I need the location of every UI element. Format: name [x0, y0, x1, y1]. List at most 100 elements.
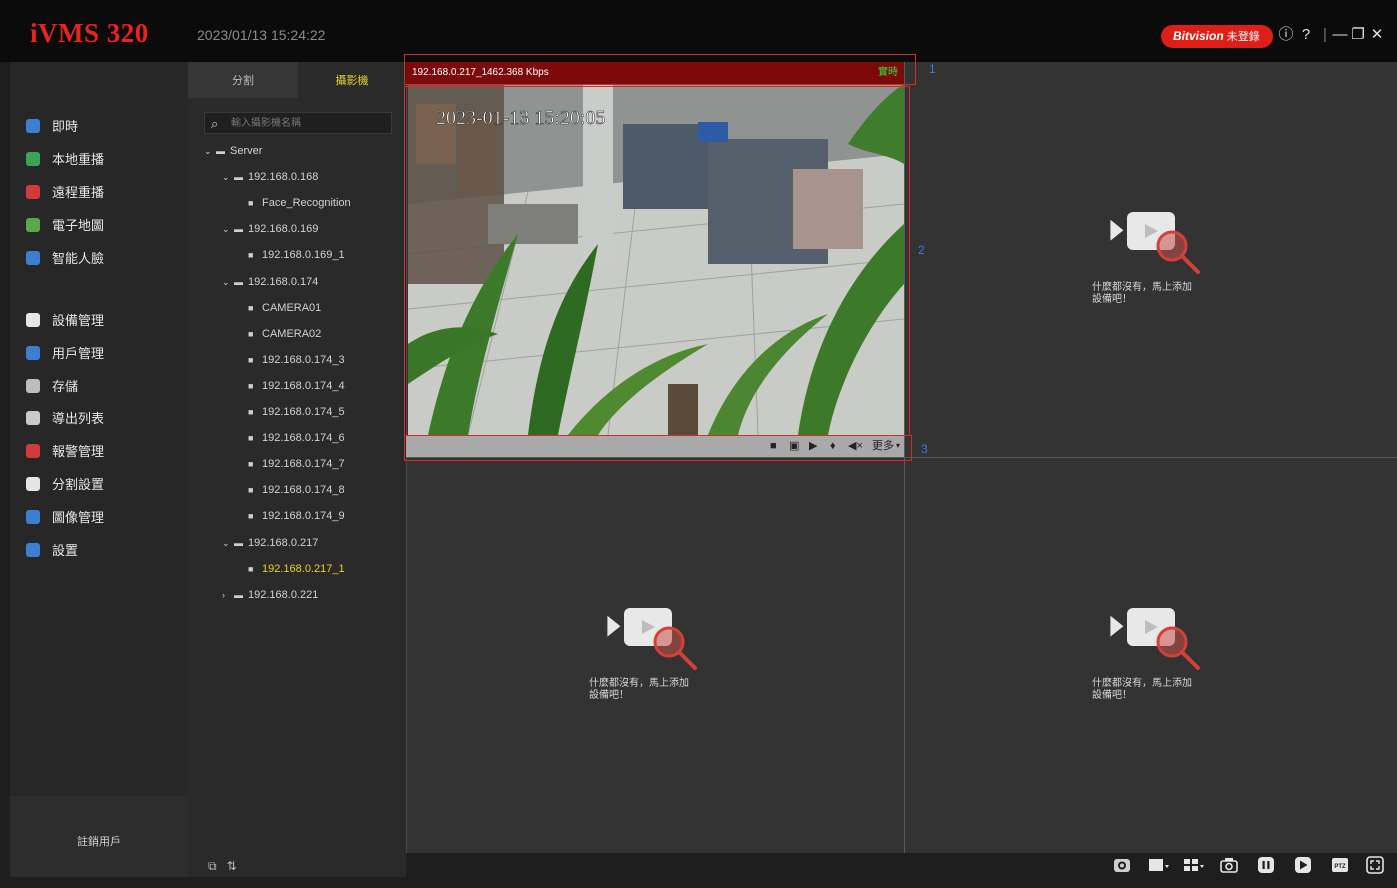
- pause-all-icon[interactable]: [1257, 856, 1275, 874]
- camera-search-input[interactable]: [231, 115, 386, 131]
- tree-node-server[interactable]: ⌄ ▬ Server: [204, 141, 262, 161]
- tree-node-camera[interactable]: ■ 192.168.0.174_5: [248, 402, 345, 422]
- tree-node-camera[interactable]: ■ 192.168.0.174_4: [248, 376, 345, 396]
- local-playback-icon: [26, 152, 40, 166]
- chevron-down-icon[interactable]: ⌄: [222, 272, 234, 292]
- nav-item-label: 設置: [52, 543, 79, 558]
- chevron-down-icon[interactable]: ⌄: [222, 167, 234, 187]
- chevron-right-icon[interactable]: ›: [222, 585, 234, 605]
- tab-camera[interactable]: 攝影機: [298, 62, 406, 98]
- chevron-down-icon[interactable]: ⌄: [204, 141, 216, 161]
- tree-node-label: 192.168.0.221: [248, 588, 319, 601]
- empty-message-line1: 什麼都沒有，馬上添加: [1092, 282, 1192, 293]
- tree-node-camera[interactable]: ■ Face_Recognition: [248, 193, 351, 213]
- tree-node-label: 192.168.0.174_6: [262, 432, 345, 445]
- restore-icon[interactable]: ❐: [1349, 25, 1367, 45]
- empty-message-line1: 什麼都沒有，馬上添加: [1092, 678, 1192, 689]
- tree-node-label: 192.168.0.168: [248, 171, 319, 184]
- tree-node-device[interactable]: ⌄ ▬ 192.168.0.174: [222, 272, 318, 292]
- tree-node-camera[interactable]: ■ 192.168.0.174_7: [248, 454, 345, 474]
- nav-item-6[interactable]: 用戶管理: [24, 342, 184, 366]
- tree-node-camera[interactable]: ■ 192.168.0.174_9: [248, 506, 345, 526]
- nav-item-label: 本地重播: [52, 152, 105, 167]
- nav-item-8[interactable]: 導出列表: [24, 407, 184, 431]
- nav-item-0[interactable]: 即時: [24, 115, 184, 139]
- close-icon[interactable]: ✕: [1368, 25, 1386, 45]
- current-datetime: 2023/01/13 15:24:22: [197, 27, 326, 43]
- tree-node-label: CAMERA02: [262, 327, 322, 340]
- nav-item-label: 設備管理: [52, 313, 105, 328]
- camera-search: ⌕: [204, 112, 392, 134]
- tree-node-label: CAMERA01: [262, 301, 322, 314]
- nav-item-4[interactable]: 智能人臉: [24, 247, 184, 271]
- annotation-label-2: 2: [918, 243, 925, 257]
- tree-node-camera[interactable]: ■ 192.168.0.217_1: [248, 559, 345, 579]
- tree-tabs: 分割 攝影機: [188, 62, 406, 98]
- nav-item-label: 報警管理: [52, 444, 105, 459]
- nav-item-label: 電子地圖: [52, 218, 105, 233]
- sort-icon[interactable]: ⇅: [227, 859, 237, 873]
- tree-node-camera[interactable]: ■ 192.168.0.174_3: [248, 350, 345, 370]
- annotation-box-1: [404, 54, 916, 85]
- nav-item-11[interactable]: 圖像管理: [24, 506, 184, 530]
- tree-node-device[interactable]: ⌄ ▬ 192.168.0.217: [222, 533, 318, 553]
- nav-item-1[interactable]: 本地重播: [24, 148, 184, 172]
- tree-node-camera[interactable]: ■ CAMERA01: [248, 298, 321, 318]
- tree-node-device[interactable]: ⌄ ▬ 192.168.0.168: [222, 167, 318, 187]
- bitvision-label: Bitvision: [1173, 29, 1224, 43]
- logout-button[interactable]: 註銷用戶: [10, 796, 188, 877]
- tree-node-label: Face_Recognition: [262, 197, 351, 210]
- camera-icon: ■: [248, 302, 254, 313]
- empty-pane-top-right[interactable]: 什麼都沒有，馬上添加 設備吧！: [1092, 208, 1230, 328]
- nav-item-label: 智能人臉: [52, 251, 105, 266]
- bitvision-login-button[interactable]: Bitvision 未登錄: [1161, 25, 1273, 48]
- window-icon[interactable]: ⧉: [208, 859, 217, 873]
- tree-node-label: 192.168.0.174_3: [262, 353, 345, 366]
- nav-item-5[interactable]: 設備管理: [24, 309, 184, 333]
- about-icon[interactable]: ⓘ: [1277, 25, 1295, 45]
- tab-split[interactable]: 分割: [188, 62, 298, 98]
- nav-item-10[interactable]: 分割設置: [24, 473, 184, 497]
- tree-node-device[interactable]: ⌄ ▬ 192.168.0.169: [222, 219, 318, 239]
- tree-node-device[interactable]: › ▬ 192.168.0.221: [222, 585, 318, 605]
- camera-snapshot-icon[interactable]: [1220, 856, 1238, 874]
- camera-icon: ■: [248, 380, 254, 391]
- device-node-icon: ▬: [216, 146, 225, 156]
- tree-node-camera[interactable]: ■ 192.168.0.169_1: [248, 245, 345, 265]
- play-all-icon[interactable]: [1294, 856, 1312, 874]
- empty-video-icon: [1110, 608, 1200, 670]
- chevron-down-icon[interactable]: ⌄: [222, 219, 234, 239]
- device-node-icon: ▬: [234, 276, 243, 287]
- fullscreen-icon[interactable]: [1366, 856, 1384, 874]
- tree-node-label: 192.168.0.174_5: [262, 406, 345, 418]
- tree-node-label: 192.168.0.217: [248, 536, 319, 549]
- user-icon: [26, 346, 40, 360]
- nav-item-2[interactable]: 遠程重播: [24, 181, 184, 205]
- empty-pane-message: 什麼都沒有，馬上添加 設備吧！: [1092, 678, 1252, 702]
- empty-pane-bottom-right[interactable]: 什麼都沒有，馬上添加 設備吧！: [1092, 604, 1230, 724]
- nav-item-9[interactable]: 報警管理: [24, 440, 184, 464]
- tree-node-camera[interactable]: ■ CAMERA02: [248, 324, 321, 344]
- tree-node-label: 192.168.0.169: [248, 223, 319, 236]
- tree-node-camera[interactable]: ■ 192.168.0.174_8: [248, 480, 345, 500]
- help-icon[interactable]: ?: [1297, 25, 1315, 45]
- chevron-down-icon[interactable]: ⌄: [222, 533, 234, 553]
- layout-single-icon[interactable]: [1148, 856, 1170, 874]
- image-icon: [26, 510, 40, 524]
- minimize-icon[interactable]: —: [1331, 25, 1349, 45]
- empty-pane-bottom-left[interactable]: 什麼都沒有，馬上添加 設備吧！: [589, 604, 727, 724]
- annotation-label-1: 1: [929, 62, 936, 76]
- camera-icon: ■: [248, 459, 254, 470]
- left-nav: 設置 圖像管理 分割設置 報警管理 導出列表 存儲 用戶管理 設備管理 智能人臉 電子地圖 遠程重播…: [10, 62, 188, 877]
- layout-grid-icon[interactable]: [1183, 856, 1205, 874]
- nav-item-7[interactable]: 存儲: [24, 375, 184, 399]
- tree-node-camera[interactable]: ■ 192.168.0.174_6: [248, 428, 345, 448]
- nav-item-label: 分割設置: [52, 477, 105, 492]
- nav-item-label: 存儲: [52, 379, 79, 394]
- tree-footer: ⧉ ⇅: [208, 859, 237, 874]
- capture-all-icon[interactable]: [1113, 856, 1131, 874]
- remote-playback-icon: [26, 185, 40, 199]
- ptz-icon[interactable]: PTZ: [1331, 856, 1349, 874]
- nav-item-12[interactable]: 設置: [24, 539, 184, 563]
- nav-item-3[interactable]: 電子地圖: [24, 214, 184, 238]
